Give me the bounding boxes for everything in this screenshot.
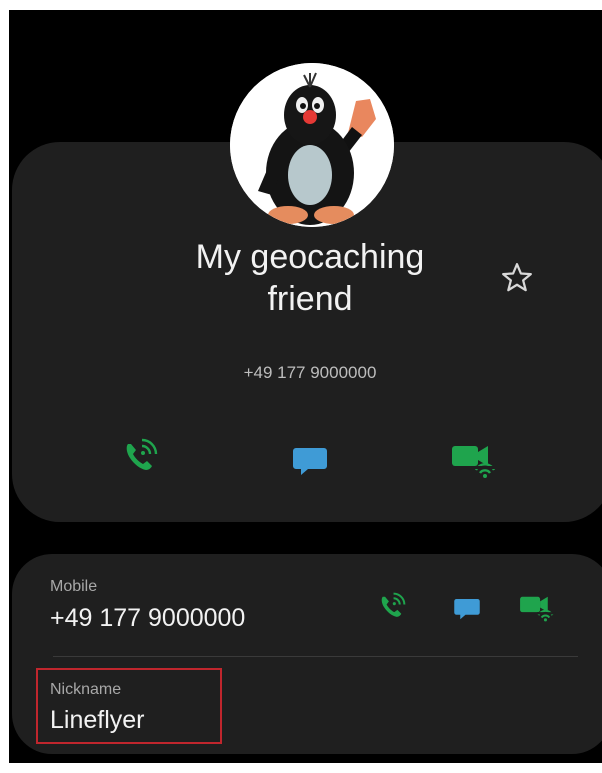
contact-avatar[interactable] xyxy=(230,63,394,227)
call-icon[interactable] xyxy=(114,430,166,482)
mobile-call-icon[interactable] xyxy=(372,586,412,626)
contact-name: My geocaching friend xyxy=(195,238,425,318)
mobile-number[interactable]: +49 177 9000000 xyxy=(50,604,245,633)
mobile-video-call-icon[interactable] xyxy=(517,586,557,626)
message-icon[interactable] xyxy=(284,434,336,486)
details-divider xyxy=(53,656,578,657)
video-call-icon[interactable] xyxy=(448,432,500,484)
nickname-highlight-box xyxy=(36,668,222,744)
star-icon[interactable] xyxy=(499,260,535,296)
contact-phone-number: +49 177 9000000 xyxy=(243,363,377,382)
mobile-label: Mobile xyxy=(50,578,98,595)
contact-screen: My geocaching friend +49 177 9000000 Mob… xyxy=(9,10,602,763)
mobile-message-icon[interactable] xyxy=(447,588,487,628)
mole-avatar-image xyxy=(230,63,394,227)
